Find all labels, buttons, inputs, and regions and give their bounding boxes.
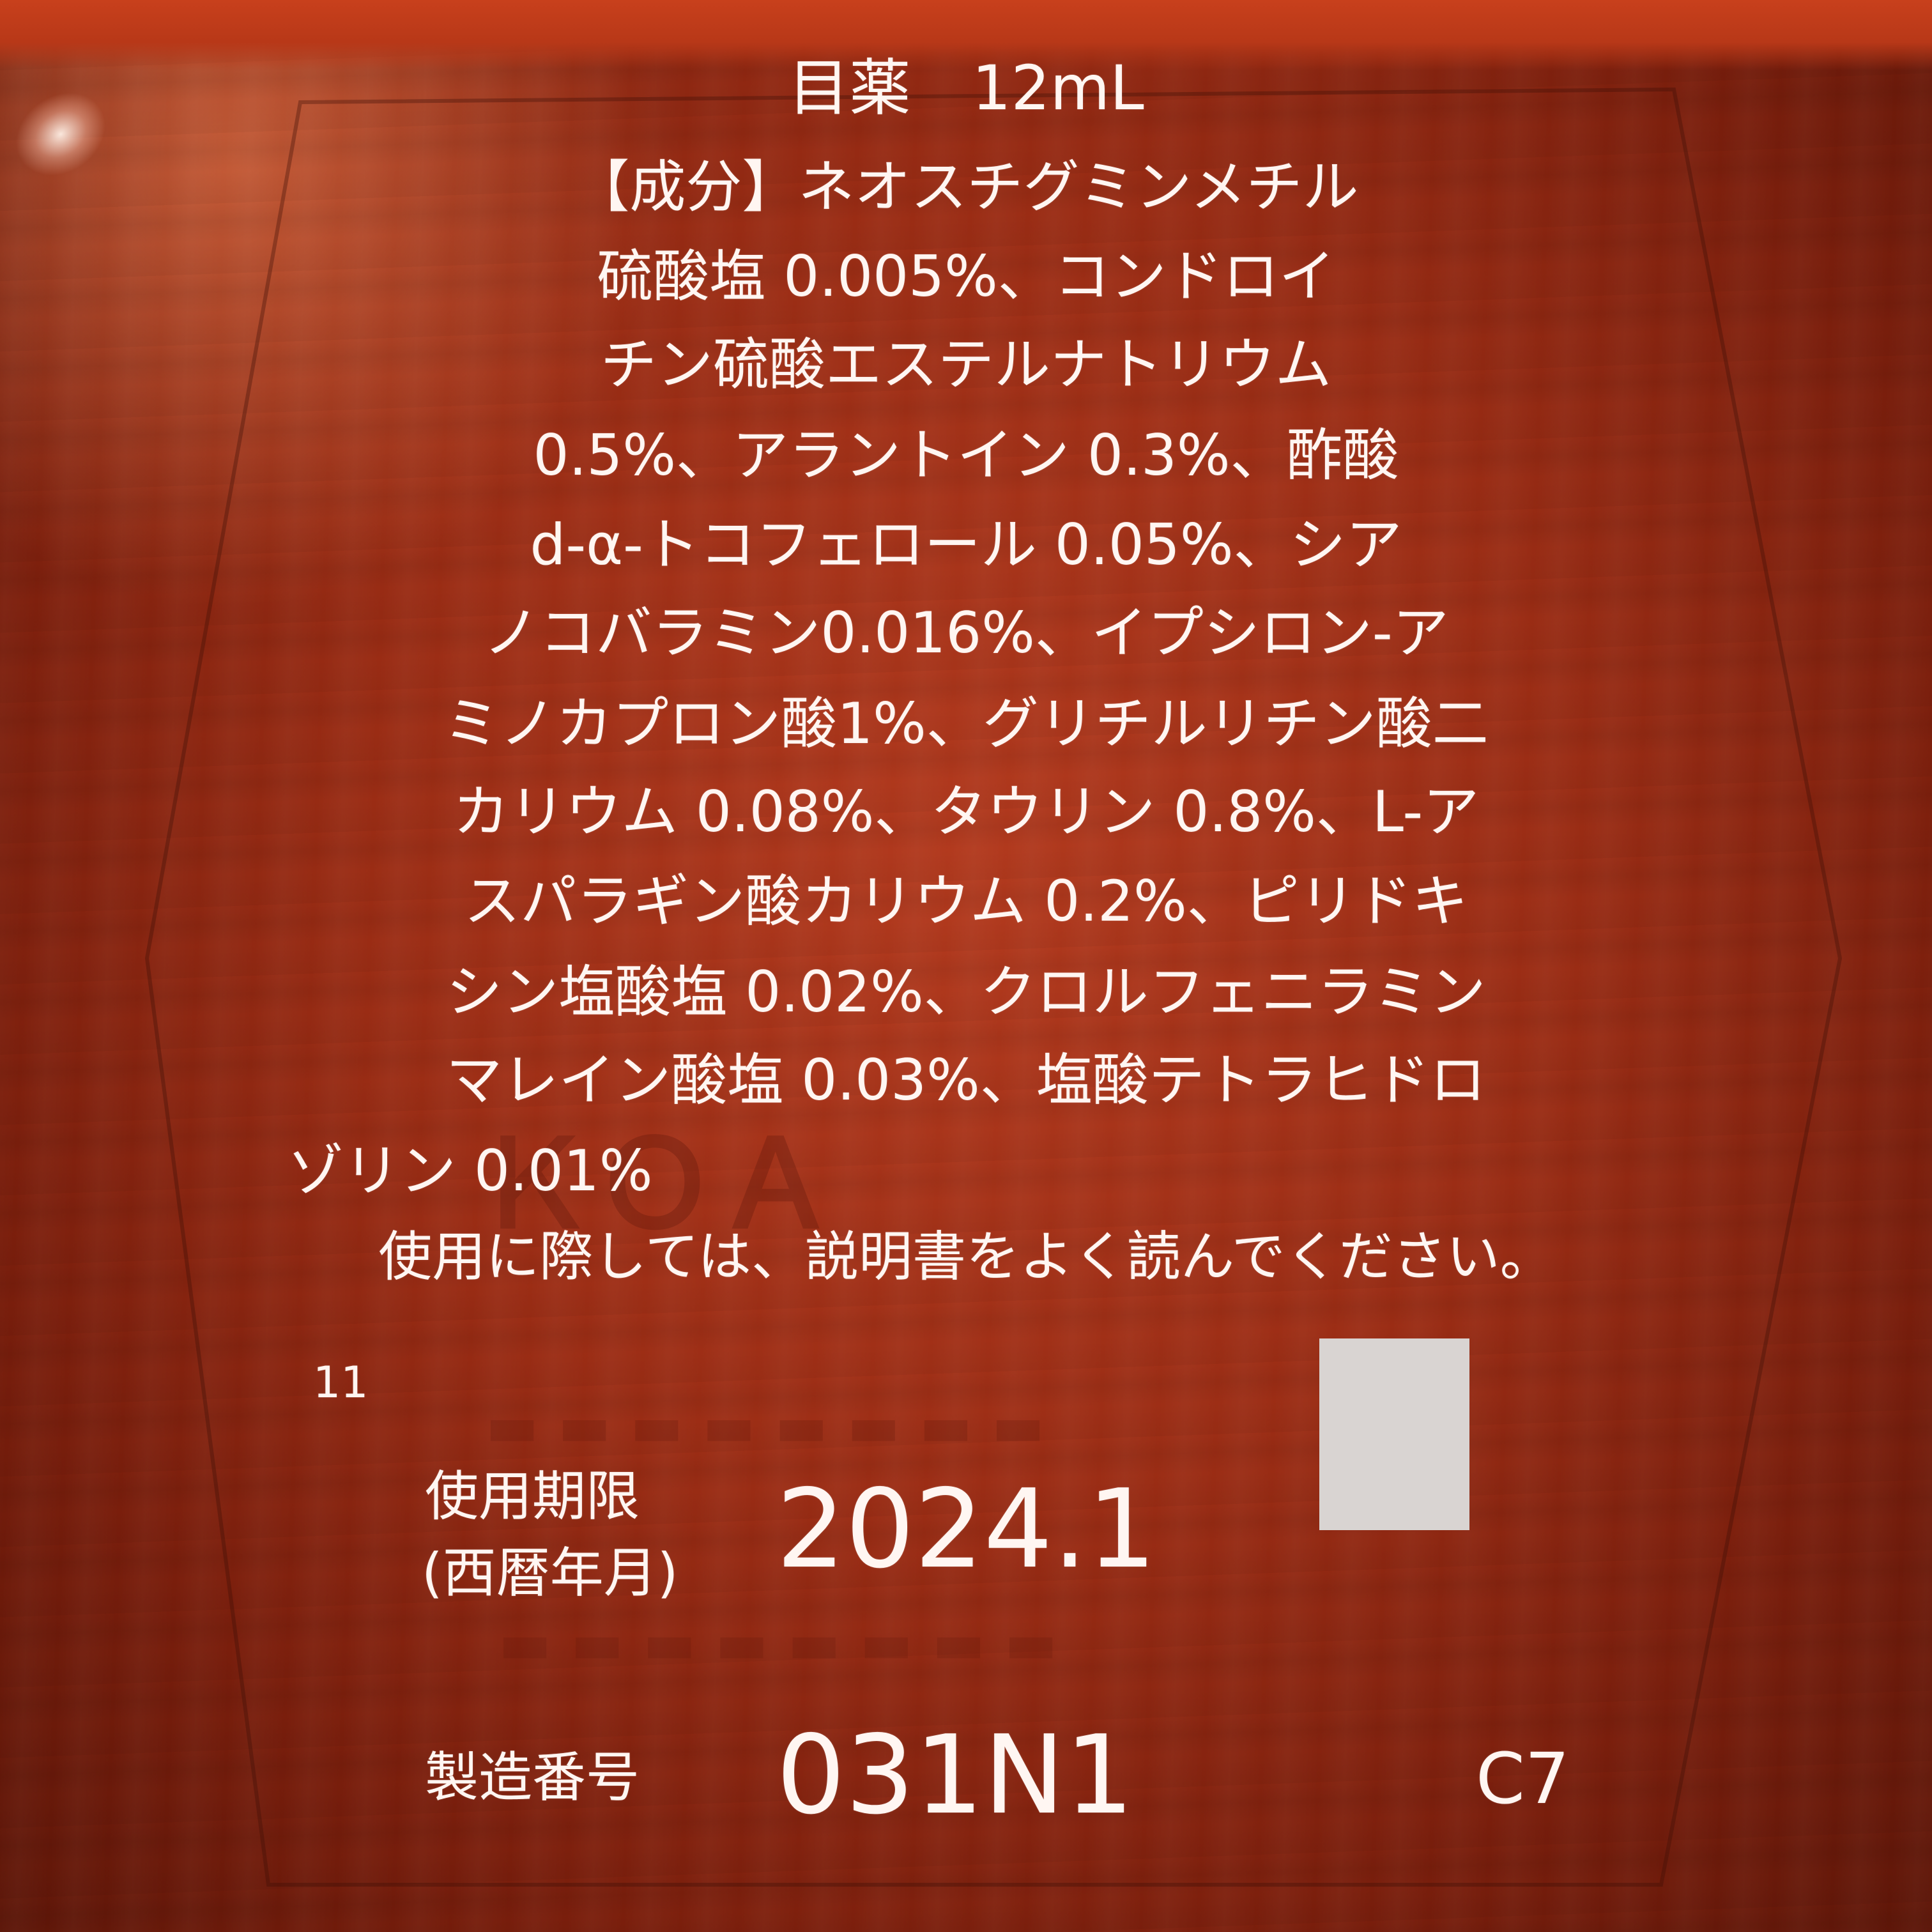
blank-white-patch (1319, 1338, 1469, 1530)
back-side-ghost-text-2: ▬▬▬▬▬▬▬▬ (486, 1393, 1064, 1459)
ingredient-line: 0.5%、アラントイン 0.3%、酢酸 (533, 422, 1399, 488)
ingredient-line: d-α-トコフェロール 0.05%、シア (530, 512, 1402, 578)
expiry-label-line2: (西暦年月) (422, 1542, 678, 1604)
ingredient-line: 【成分】ネオスチグミンメチル (573, 154, 1359, 220)
expiry-label-line1: 使用期限 (425, 1465, 640, 1528)
lot-value: 031N1 (776, 1712, 1134, 1839)
ingredient-line: ゾリン 0.01% (288, 1138, 653, 1204)
ingredient-line: 硫酸塩 0.005%、コンドロイ (597, 243, 1335, 309)
ingredient-line: ミノカプロン酸1%、グリチルリチン酸二 (443, 691, 1489, 756)
number-mark: 11 (313, 1358, 369, 1408)
ingredient-line: チン硫酸エステルナトリウム (600, 332, 1331, 397)
lot-label: 製造番号 (425, 1746, 640, 1809)
ingredient-line: マレイン酸塩 0.03%、塩酸テトラヒドロ (446, 1047, 1486, 1113)
back-side-ghost-text-3: ▬▬▬▬▬▬▬▬ (498, 1610, 1077, 1676)
product-title: 目薬 12mL (788, 52, 1144, 124)
ingredient-line: ノコバラミン0.016%、イプシロン-ア (483, 600, 1449, 666)
product-code: C7 (1476, 1738, 1570, 1820)
ingredient-line: カリウム 0.08%、タウリン 0.8%、L-ア (452, 779, 1480, 845)
ingredient-line: スパラギン酸カリウム 0.2%、ピリドキ (464, 868, 1468, 934)
usage-notice: 使用に際しては、説明書をよく読んでください。 (378, 1225, 1554, 1288)
ingredient-line: シン塩酸塩 0.02%、クロルフェニラミン (446, 959, 1486, 1025)
eye-drop-bottle-photo: ＫＯＡ ▬▬▬▬▬▬▬▬ ▬▬▬▬▬▬▬▬ 目薬 12mL 【成分】ネオスチグミ… (0, 0, 1932, 1932)
expiry-value: 2024.1 (776, 1466, 1156, 1593)
